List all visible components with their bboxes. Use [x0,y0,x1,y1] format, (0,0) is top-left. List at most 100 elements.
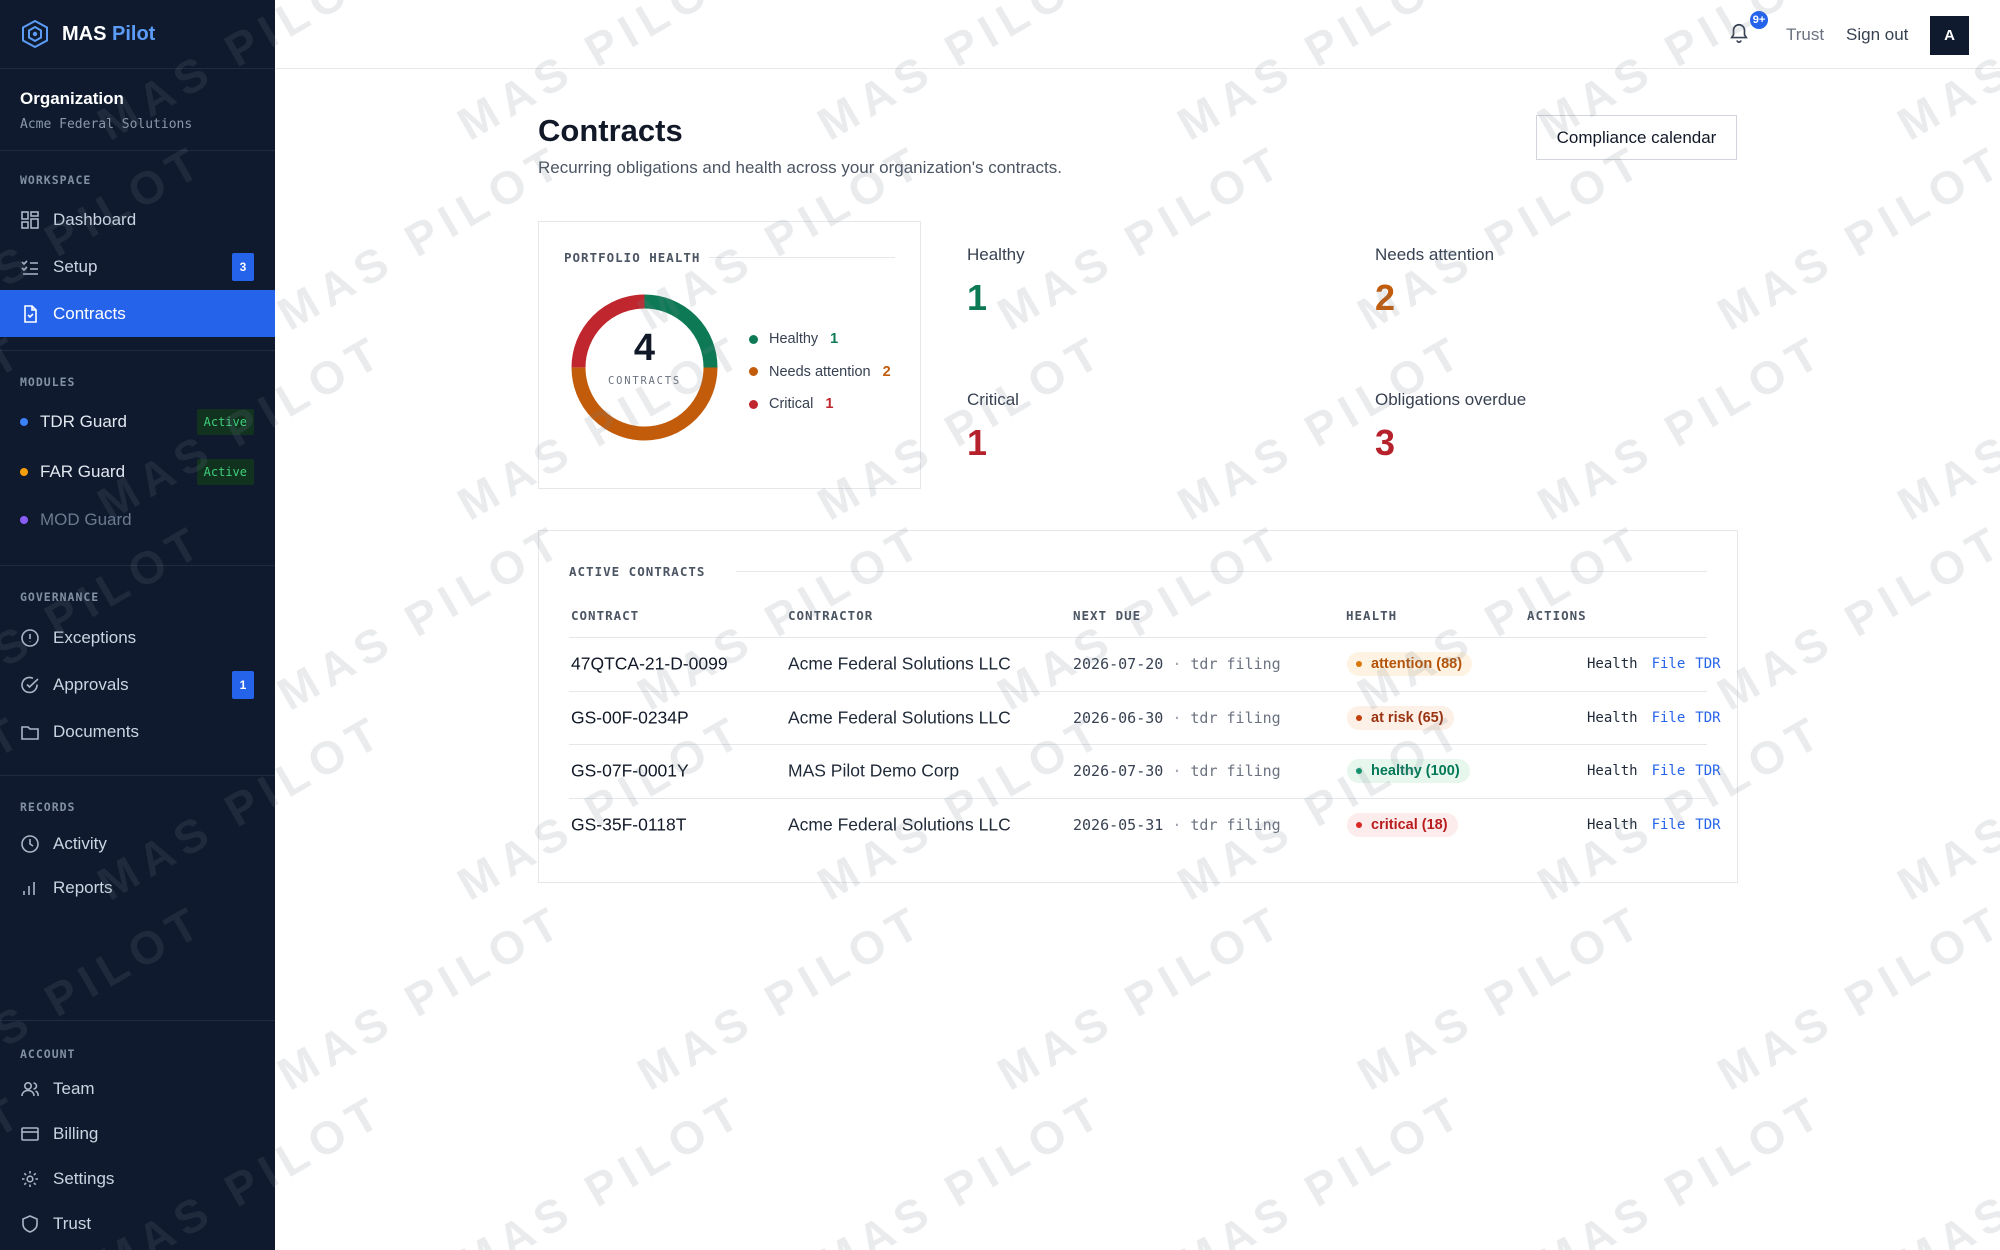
legend-value: 1 [830,331,839,348]
portfolio-health-card: PORTFOLIO HEALTH 4 CONTRACTS Healthy 1 N… [538,221,921,489]
file-action-link[interactable]: File [1652,710,1686,726]
sidebar-item-label: Documents [53,721,139,741]
checklist-icon [20,257,40,277]
org-switcher[interactable]: Organization Acme Federal Solutions [0,69,275,151]
sidebar-item-approvals[interactable]: Approvals 1 [0,661,275,708]
tdr-action-link[interactable]: TDR [1695,656,1720,672]
row-actions: Health File TDR [1587,710,1731,726]
health-action-link[interactable]: Health [1587,763,1638,779]
legend-label: Critical [769,396,814,413]
sidebar-item-billing[interactable]: Billing [0,1111,275,1156]
legend-value: 2 [882,363,891,380]
contract-number[interactable]: GS-07F-0001Y [571,761,689,782]
module-status-dot [20,418,28,426]
sidebar-item-reports[interactable]: Reports [0,867,275,909]
stat-obligations-overdue: Obligations overdue 3 [1375,390,1526,464]
health-action-link[interactable]: Health [1587,817,1638,833]
legend-label: Needs attention [769,363,871,380]
module-active-tag: Active [196,459,254,485]
sidebar-item-label: Team [53,1078,95,1098]
folder-icon [20,722,40,742]
credit-card-icon [20,1124,40,1144]
status-badge: at risk (65) [1347,705,1454,730]
brand[interactable]: MAS Pilot [0,0,275,69]
legend-label: Healthy [769,331,819,348]
table-row[interactable]: GS-35F-0118T Acme Federal Solutions LLC … [569,797,1721,852]
watermark-text: MAS PILOT [1528,323,1834,531]
stat-needs-attention: Needs attention 2 [1375,245,1494,319]
table-row[interactable]: GS-07F-0001Y MAS Pilot Demo Corp 2026-07… [569,744,1721,798]
grid-icon [20,210,40,230]
donut-total: 4 [633,327,656,369]
sidebar-item-label: Dashboard [53,209,137,229]
watermark-text: MAS PILOT [628,893,934,1101]
contract-number[interactable]: GS-00F-0234P [571,707,689,728]
stat-critical: Critical 1 [967,390,1019,464]
legend-item-needs-attention: Needs attention 2 [749,356,891,389]
contract-number[interactable]: 47QTCA-21-D-0099 [571,654,728,675]
legend-dot [749,367,758,377]
status-badge: healthy (100) [1347,759,1470,784]
sidebar-item-team[interactable]: Team [0,1066,275,1111]
section-workspace: WORKSPACE Dashboard Setup 3 Contracts [0,151,275,351]
sidebar-item-activity[interactable]: Activity [0,820,275,867]
org-title: Organization [20,89,124,108]
watermark-text: MAS PILOT [1348,893,1654,1101]
table-row[interactable]: 47QTCA-21-D-0099 Acme Federal Solutions … [569,637,1721,691]
next-due: 2026-06-30 · tdr filing [1073,708,1281,727]
sidebar-item-settings[interactable]: Settings [0,1156,275,1201]
watermark-text: MAS PILOT [1708,513,2000,721]
watermark-text: MAS PILOT [1708,133,2000,341]
sidebar-item-documents[interactable]: Documents [0,708,275,755]
module-label: FAR Guard [40,462,126,481]
tdr-action-link[interactable]: TDR [1695,763,1720,779]
health-action-link[interactable]: Health [1587,656,1638,672]
module-tdr-guard[interactable]: TDR Guard Active [0,397,275,447]
column-header-contract: CONTRACT [571,608,640,623]
users-icon [20,1079,40,1099]
next-due: 2026-07-20 · tdr filing [1073,655,1281,674]
contract-number[interactable]: GS-35F-0118T [571,814,686,835]
legend-item-healthy: Healthy 1 [749,323,891,356]
setup-count-badge: 3 [232,252,254,281]
file-action-link[interactable]: File [1652,817,1686,833]
legend-value: 1 [825,396,834,413]
sidebar-item-label: Activity [53,833,107,853]
watermark-text: MAS PILOT [808,1083,1114,1250]
row-actions: Health File TDR [1587,817,1731,833]
table-row[interactable]: GS-00F-0234P Acme Federal Solutions LLC … [569,690,1721,745]
sidebar-item-trust[interactable]: Trust [0,1201,275,1246]
document-icon [20,304,40,324]
card-title: PORTFOLIO HEALTH [564,250,701,265]
org-name: Acme Federal Solutions [20,117,193,132]
topbar [275,0,2000,69]
stat-label: Healthy [967,245,1025,264]
watermark-text: MAS PILOT [1888,324,2000,531]
sidebar-item-setup[interactable]: Setup 3 [0,243,275,290]
sidebar-item-dashboard[interactable]: Dashboard [0,196,275,243]
section-account: ACCOUNT Team Billing Settings Trust [0,1021,275,1246]
sidebar-item-contracts[interactable]: Contracts [0,290,275,337]
module-far-guard[interactable]: FAR Guard Active [0,447,275,497]
tdr-action-link[interactable]: TDR [1695,817,1720,833]
logo-hexagon-icon [22,19,48,49]
health-action-link[interactable]: Health [1587,710,1638,726]
watermark-text: MAS PILOT [1888,1084,2000,1250]
tdr-action-link[interactable]: TDR [1695,710,1720,726]
file-action-link[interactable]: File [1652,763,1686,779]
stat-value: 1 [967,422,988,463]
watermark-text: MAS PILOT [1528,1083,1834,1250]
watermark-text: MAS PILOT [268,893,574,1101]
compliance-calendar-button[interactable]: Compliance calendar [1536,115,1737,160]
section-records: RECORDS Activity Reports [0,776,275,1021]
watermark-text: MAS PILOT [1708,893,2000,1101]
stat-value: 2 [1375,277,1396,318]
sidebar-item-exceptions[interactable]: Exceptions [0,614,275,661]
section-title: GOVERNANCE [20,590,100,604]
contractor-name: MAS Pilot Demo Corp [788,760,960,781]
section-governance: GOVERNANCE Exceptions Approvals 1 Docume… [0,566,275,776]
file-action-link[interactable]: File [1652,656,1686,672]
watermark-text: MAS PILOT [268,513,574,721]
module-mod-guard[interactable]: MOD Guard [0,497,275,542]
stat-value: 1 [967,277,988,318]
